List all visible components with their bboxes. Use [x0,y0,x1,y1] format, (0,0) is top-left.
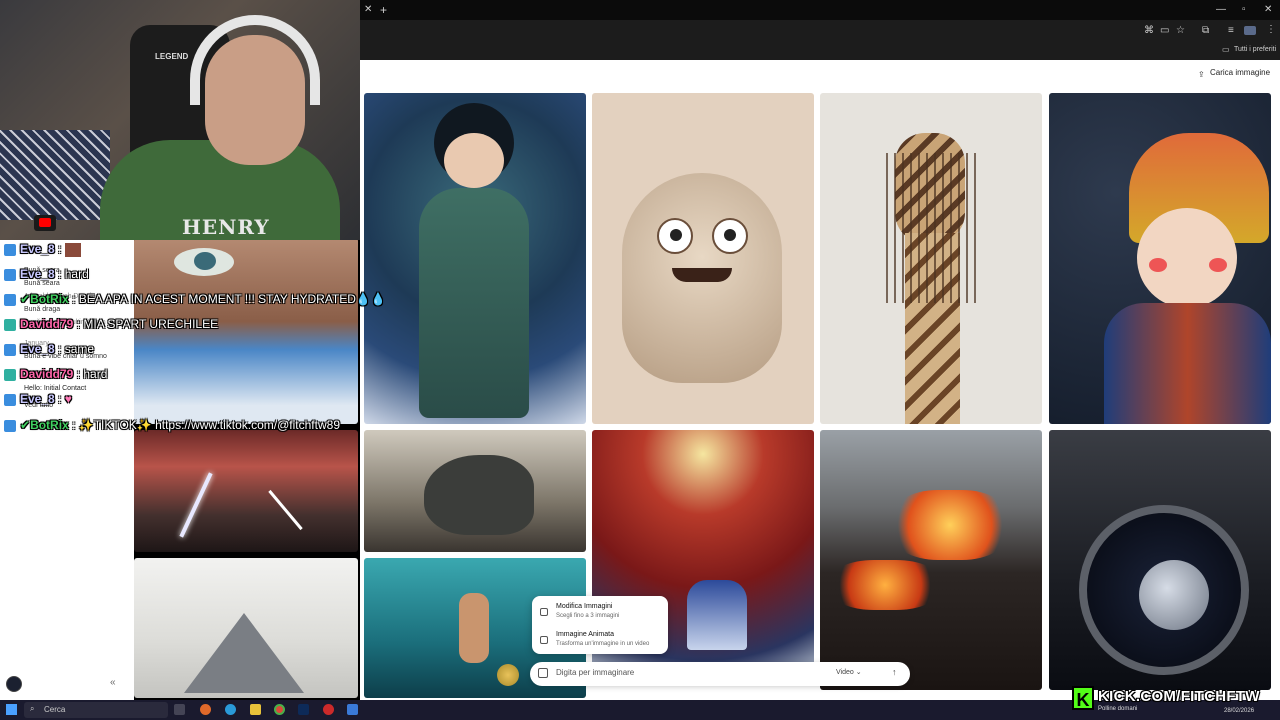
gallery-image-fluffy-monster[interactable] [592,93,814,424]
gallery-image-anime-girl[interactable] [364,93,586,424]
task-view-icon[interactable] [174,704,185,715]
chat-badge-icon [4,243,16,256]
all-bookmarks-link[interactable]: Tutti i preferiti [1234,46,1276,53]
firefox-icon[interactable] [200,704,211,715]
profile-avatar[interactable] [1244,26,1256,35]
youtube-icon [34,215,56,231]
upload-image-button[interactable]: Carica immagine [1194,68,1270,77]
start-icon[interactable] [6,704,17,715]
prompt-bar: Digita per immaginare Video ⌄ ↑ [530,662,910,686]
shirt-text: HENRY [182,215,270,239]
chat-badge-icon [4,343,16,356]
chat-message: Davidd79 : MIA SPART URECHILEE [4,317,218,333]
maximize-icon[interactable]: ▫ [1242,5,1246,15]
chat-badge-icon [4,368,16,381]
chat-message: Eve_8 : same [4,342,94,358]
streamer-face [205,35,305,165]
chat-badge-icon [4,393,16,406]
chat-message: ✔BotRix : ✨TIKTOK✨ https://www.tiktok.co… [4,418,340,434]
gallery-image-volcano-lava[interactable] [820,430,1042,690]
browser-tab-bar: ✕ + — ▫ ✕ [360,0,1280,20]
chat-message: Eve_8 : [4,242,81,258]
animate-image-icon [540,636,548,644]
webcam-blanket [0,130,110,220]
cast-icon[interactable]: ▭ [1160,26,1169,36]
search-icon: ⌕ [30,704,35,713]
chat-emote-icon [64,242,81,257]
menu-icon[interactable]: ⋮ [1266,25,1276,35]
chat-badge-icon [4,268,16,281]
chat-message: ✔BotRix : BEA APA IN ACEST MOMENT !!! ST… [4,292,386,308]
prompt-input[interactable]: Digita per immaginare [556,668,634,677]
webcam-overlay: LEGEND HENRY [0,0,360,240]
extensions-icon[interactable]: ⧉ [1202,26,1209,36]
new-tab-button[interactable]: + [380,4,387,16]
gallery-image-child-in-snow[interactable] [1049,93,1271,424]
taskbar-search-label: Cerca [44,705,66,714]
send-button[interactable]: ↑ [892,667,897,677]
photoshop-icon[interactable] [298,704,309,715]
kick-channel-url: KICK.COM/FITCHFTW [1098,688,1260,705]
edit-images-option[interactable]: Modifica Immagini Scegli fino a 3 immagi… [538,602,662,628]
emoji-sticker-icon [497,664,519,686]
chat-emote-icon: ♥ [64,392,72,406]
attach-image-icon[interactable] [538,668,548,678]
close-window-icon[interactable]: ✕ [1264,5,1272,15]
gallery-image-snowy-mountains[interactable] [134,558,358,698]
file-explorer-icon[interactable] [250,704,261,715]
gallery-image-red-lightning[interactable] [134,430,358,552]
app-icon[interactable] [347,704,358,715]
bookmarks-bar: ▭ Tutti i preferiti [360,42,1280,60]
browser-toolbar: ⌘ ▭ ☆ ⧉ ≡ ⋮ [360,20,1280,42]
create-options-popup: Modifica Immagini Scegli fino a 3 immagi… [532,596,668,654]
chat-message: Davidd79 : hard [4,367,107,383]
kick-banner: K KICK.COM/FITCHFTW [1072,686,1264,710]
chat-badge-icon [4,419,16,432]
minimize-icon[interactable]: — [1216,5,1226,15]
gallery-image-dinosaur-battle[interactable] [364,430,586,552]
animate-image-option[interactable]: Immagine Animata Trasforma un'immagine i… [538,630,662,656]
sidebar-icon[interactable]: ≡ [1228,26,1234,36]
edit-image-icon [540,608,548,616]
chat-message: Eve_8 : hard [4,267,89,283]
translate-icon[interactable]: ⌘ [1144,26,1154,36]
collapse-sidebar-icon[interactable]: « [110,677,116,688]
bookmark-star-icon[interactable]: ☆ [1176,26,1185,36]
chair-brand-label: LEGEND [155,52,189,61]
obs-icon[interactable] [323,704,334,715]
chrome-icon[interactable] [274,704,285,715]
user-avatar[interactable] [6,676,22,692]
chat-badge-icon [4,318,16,331]
mode-select[interactable]: Video ⌄ [836,668,862,676]
chat-badge-icon [4,293,16,306]
folder-icon: ▭ [1222,45,1230,54]
gallery-image-giraffe[interactable] [820,93,1042,424]
kick-logo-icon: K [1072,686,1094,710]
close-tab-icon[interactable]: ✕ [364,5,372,15]
edge-icon[interactable] [225,704,236,715]
chat-message: Eve_8 : ♥ [4,392,72,408]
gallery-image-astronaut-window[interactable] [1049,430,1271,690]
